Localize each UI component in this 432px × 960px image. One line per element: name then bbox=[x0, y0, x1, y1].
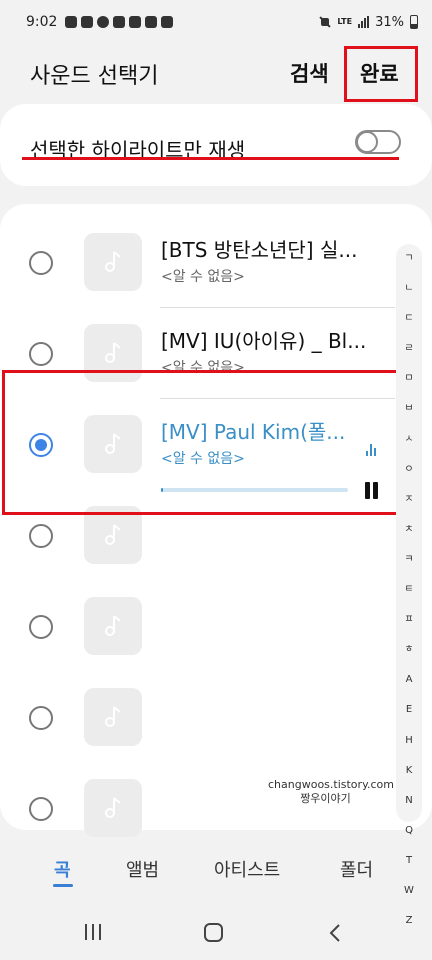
music-note-icon bbox=[105, 615, 121, 636]
toggle-knob bbox=[356, 131, 378, 153]
index-letter[interactable]: ㄱ bbox=[396, 244, 422, 274]
album-art-placeholder bbox=[84, 688, 142, 746]
song-radio[interactable] bbox=[29, 797, 53, 821]
tab-albums[interactable]: 앨범 bbox=[126, 856, 159, 882]
album-art-placeholder bbox=[84, 779, 142, 837]
index-letter[interactable]: ㅁ bbox=[396, 364, 422, 394]
pause-button[interactable] bbox=[362, 480, 382, 500]
alphabet-index[interactable]: ㄱㄴㄷㄹㅁㅂㅅㅇㅈㅊㅋㅌㅍㅎAEHKNQTWZ bbox=[396, 244, 422, 926]
equalizer-icon bbox=[365, 440, 379, 456]
playback-progress-fill bbox=[161, 488, 163, 492]
index-letter[interactable]: ㅍ bbox=[396, 605, 422, 635]
index-letter[interactable]: E bbox=[396, 695, 422, 725]
mute-icon bbox=[319, 16, 331, 28]
chat-icon bbox=[81, 16, 94, 28]
index-letter[interactable]: ㄹ bbox=[396, 334, 422, 364]
d-app-icon bbox=[145, 16, 158, 28]
index-letter[interactable]: N bbox=[396, 786, 422, 816]
song-list bbox=[0, 204, 432, 830]
network-type: LTE bbox=[337, 17, 353, 26]
song-artist: <알 수 없음> bbox=[161, 269, 245, 285]
page-title: 사운드 선택기 bbox=[30, 64, 159, 89]
index-letter[interactable]: ㅅ bbox=[396, 425, 422, 455]
tab-folders[interactable]: 폴더 bbox=[340, 856, 373, 882]
battery-percent: 31% bbox=[375, 14, 404, 30]
index-letter[interactable]: ㅇ bbox=[396, 455, 422, 485]
music-note-icon bbox=[105, 251, 121, 272]
app-notification-icon bbox=[113, 16, 126, 28]
song-title: [BTS 방탄소년단] 실... bbox=[161, 238, 358, 262]
index-letter[interactable]: ㅈ bbox=[396, 485, 422, 515]
index-letter[interactable]: ㅂ bbox=[396, 394, 422, 424]
watermark: changwoos.tistory.com 짱우이야기 bbox=[268, 778, 394, 806]
selected-row-annotation bbox=[2, 370, 421, 515]
album-art-placeholder bbox=[84, 233, 142, 291]
watermark-url: changwoos.tistory.com bbox=[268, 778, 394, 791]
status-bar: 9:02 LTE 31% bbox=[0, 0, 432, 44]
watermark-name: 짱우이야기 bbox=[300, 792, 351, 805]
message-icon bbox=[65, 16, 78, 28]
music-note-icon bbox=[105, 706, 121, 727]
done-button[interactable]: 완료 bbox=[360, 58, 399, 88]
index-letter[interactable]: K bbox=[396, 756, 422, 786]
tab-artists[interactable]: 아티스트 bbox=[214, 856, 280, 882]
album-art-placeholder bbox=[84, 597, 142, 655]
song-radio[interactable] bbox=[29, 706, 53, 730]
row-divider bbox=[160, 307, 395, 308]
highlight-underline-annotation bbox=[22, 157, 399, 160]
bottom-tabs: 곡 앨범 아티스트 폴더 bbox=[0, 842, 432, 892]
song-radio[interactable] bbox=[29, 615, 53, 639]
index-letter[interactable]: ㄴ bbox=[396, 274, 422, 304]
back-icon[interactable] bbox=[328, 924, 342, 942]
index-letter[interactable]: ㄷ bbox=[396, 304, 422, 334]
index-letter[interactable]: A bbox=[396, 665, 422, 695]
song-radio[interactable] bbox=[29, 524, 53, 548]
battery-icon bbox=[410, 15, 418, 29]
system-nav-bar bbox=[0, 900, 432, 960]
status-time: 9:02 bbox=[26, 14, 58, 30]
music-note-icon bbox=[105, 524, 121, 545]
index-letter[interactable]: H bbox=[396, 726, 422, 756]
highlight-toggle[interactable] bbox=[355, 130, 401, 154]
song-title: [MV] IU(아이유) _ Bl... bbox=[161, 329, 367, 353]
facebook-icon bbox=[97, 16, 110, 28]
song-radio[interactable] bbox=[29, 251, 53, 275]
music-note-icon bbox=[105, 797, 121, 818]
recent-apps-icon[interactable] bbox=[85, 924, 103, 942]
index-letter[interactable]: ㅋ bbox=[396, 545, 422, 575]
signal-icon bbox=[358, 16, 370, 28]
playback-progress-bar[interactable] bbox=[161, 488, 348, 492]
search-button[interactable]: 검색 bbox=[290, 58, 329, 88]
app-notification-icon-3 bbox=[161, 16, 174, 28]
music-note-icon bbox=[105, 342, 121, 363]
active-tab-indicator bbox=[53, 884, 73, 887]
index-letter[interactable]: ㅎ bbox=[396, 635, 422, 665]
index-letter[interactable]: ㅊ bbox=[396, 515, 422, 545]
app-notification-icon-2 bbox=[129, 16, 142, 28]
song-radio[interactable] bbox=[29, 342, 53, 366]
index-letter[interactable]: ㅌ bbox=[396, 575, 422, 605]
home-icon[interactable] bbox=[204, 923, 223, 942]
app-header: 사운드 선택기 검색 완료 bbox=[0, 44, 432, 104]
tab-songs[interactable]: 곡 bbox=[54, 856, 71, 882]
